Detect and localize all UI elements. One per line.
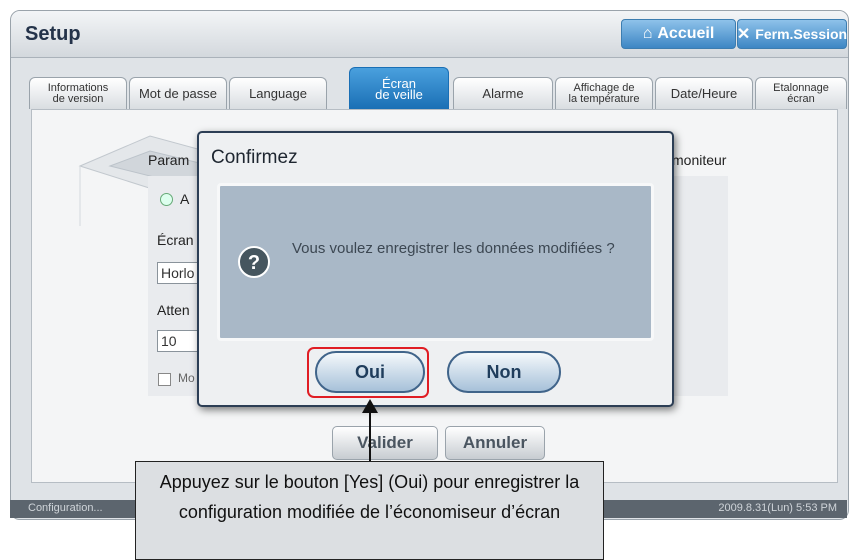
instruction-callout: Appuyez sur le bouton [Yes] (Oui) pour e… (135, 461, 604, 560)
no-button[interactable]: Non (447, 351, 561, 393)
home-icon: ⌂ (642, 25, 653, 42)
auto-radio-label: A (180, 191, 190, 207)
tab-language[interactable]: Language (229, 77, 327, 109)
title-bar: Setup ⌂ Accueil ✕ Ferm.Session (11, 11, 848, 58)
tab-label: Affichage de la température (568, 81, 640, 105)
monitor-checkbox[interactable] (158, 373, 171, 386)
tab-version-info[interactable]: Informations de version (29, 77, 127, 109)
yes-button-highlight (307, 347, 429, 398)
tab-label: Language (249, 86, 307, 101)
tab-temperature-display[interactable]: Affichage de la température (555, 77, 653, 109)
home-button[interactable]: ⌂ Accueil (621, 19, 736, 49)
status-text: Configuration... (28, 502, 103, 514)
question-icon: ? (238, 246, 270, 278)
tab-alarm[interactable]: Alarme (453, 77, 553, 109)
dialog-title: Confirmez (211, 147, 298, 168)
logout-label: Ferm.Session (755, 26, 848, 42)
monitor-label: moniteur (672, 152, 727, 168)
arrow-line (369, 410, 371, 462)
wait-label: Atten (157, 302, 190, 318)
tab-password[interactable]: Mot de passe (129, 77, 227, 109)
validate-button[interactable]: Valider (332, 426, 438, 460)
cancel-button[interactable]: Annuler (445, 426, 545, 460)
checkbox-label: Mo (178, 371, 195, 385)
no-label: Non (486, 361, 522, 382)
tab-screen-calibration[interactable]: Etalonnage écran (755, 77, 847, 109)
close-icon: ✕ (736, 26, 751, 43)
validate-label: Valider (357, 433, 413, 452)
tab-label: Mot de passe (138, 86, 218, 101)
page-title: Setup (25, 23, 81, 45)
tab-label: Informations de version (47, 81, 109, 105)
tab-label: Écran de veille (375, 75, 423, 102)
datetime-text: 2009.8.31(Lun) 5:53 PM (718, 502, 837, 514)
tab-label: Alarme (482, 86, 524, 101)
tab-label: Date/Heure (670, 86, 738, 101)
confirm-dialog: Confirmez ? Vous voulez enregistrer les … (197, 131, 674, 407)
dialog-message: Vous voulez enregistrer les données modi… (292, 240, 615, 257)
tab-date-time[interactable]: Date/Heure (655, 77, 753, 109)
home-label: Accueil (657, 25, 715, 42)
parameters-label: Param (148, 152, 190, 168)
tab-screensaver[interactable]: Écran de veille (349, 67, 449, 109)
cancel-label: Annuler (462, 433, 528, 452)
logout-button[interactable]: ✕ Ferm.Session (737, 19, 847, 49)
auto-radio[interactable] (160, 193, 173, 206)
screen-label: Écran (157, 232, 194, 248)
dialog-message-box: ? Vous voulez enregistrer les données mo… (217, 183, 654, 341)
tab-label: Etalonnage écran (773, 81, 829, 105)
